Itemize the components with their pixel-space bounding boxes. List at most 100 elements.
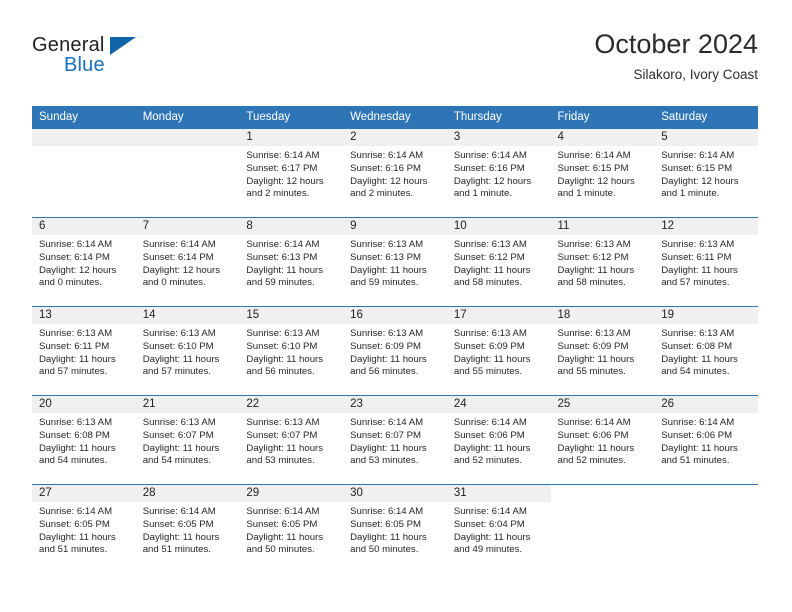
calendar-day-cell[interactable]: 31 Sunrise: 6:14 AM Sunset: 6:04 PM Dayligh… [446, 484, 551, 573]
day-number: 26 [654, 396, 758, 413]
day-number: 30 [343, 485, 447, 502]
daylight-text: Daylight: 11 hours and 58 minutes. [557, 264, 635, 289]
sunrise-text: Sunrise: 6:13 AM [557, 328, 631, 339]
sunset-text: Sunset: 6:13 PM [246, 251, 318, 263]
calendar-day-cell[interactable]: 27 Sunrise: 6:14 AM Sunset: 6:05 PM Dayligh… [32, 484, 136, 573]
day-number [654, 485, 758, 502]
day-details: Sunrise: 6:13 AM Sunset: 6:09 PM Daylight:… [343, 324, 447, 395]
day-details: Sunrise: 6:14 AM Sunset: 6:15 PM Daylight:… [654, 146, 758, 217]
day-number [550, 485, 655, 502]
calendar-empty-cell [654, 484, 758, 573]
day-details: Sunrise: 6:13 AM Sunset: 6:08 PM Daylight:… [32, 413, 136, 484]
day-details: Sunrise: 6:14 AM Sunset: 6:06 PM Daylight:… [654, 413, 758, 484]
sunrise-text: Sunrise: 6:13 AM [557, 239, 631, 250]
calendar-day-cell[interactable]: 5 Sunrise: 6:14 AM Sunset: 6:15 PM Daylight… [654, 129, 758, 218]
calendar-day-cell[interactable]: 17 Sunrise: 6:13 AM Sunset: 6:09 PM Dayligh… [446, 306, 551, 396]
sunrise-text: Sunrise: 6:13 AM [246, 328, 320, 339]
calendar-grid: Sunday Monday Tuesday Wednesday Thursday Frid… [32, 106, 758, 573]
sunset-text: Sunset: 6:07 PM [350, 429, 422, 441]
sunrise-text: Sunrise: 6:14 AM [246, 506, 320, 517]
calendar-day-cell[interactable]: 24 Sunrise: 6:14 AM Sunset: 6:06 PM Dayligh… [446, 395, 551, 485]
sunrise-text: Sunrise: 6:14 AM [557, 150, 631, 161]
day-number: 29 [239, 485, 344, 502]
sunset-text: Sunset: 6:09 PM [557, 340, 629, 352]
calendar-day-cell[interactable]: 16 Sunrise: 6:13 AM Sunset: 6:09 PM Dayligh… [343, 306, 447, 396]
daylight-text: Daylight: 12 hours and 1 minute. [557, 175, 635, 200]
calendar-day-cell[interactable]: 22 Sunrise: 6:13 AM Sunset: 6:07 PM Dayligh… [239, 395, 344, 485]
calendar-day-cell[interactable]: 12 Sunrise: 6:13 AM Sunset: 6:11 PM Dayligh… [654, 217, 758, 307]
day-number: 2 [343, 129, 447, 146]
calendar-day-cell[interactable]: 21 Sunrise: 6:13 AM Sunset: 6:07 PM Dayligh… [135, 395, 240, 485]
day-number [32, 129, 136, 146]
calendar-day-cell[interactable]: 23 Sunrise: 6:14 AM Sunset: 6:07 PM Dayligh… [343, 395, 447, 485]
day-number: 20 [32, 396, 136, 413]
weekday-header-row: Sunday Monday Tuesday Wednesday Thursday Frid… [32, 106, 758, 129]
day-details: Sunrise: 6:14 AM Sunset: 6:14 PM Daylight:… [136, 235, 240, 306]
sunset-text: Sunset: 6:05 PM [350, 518, 422, 530]
sunset-text: Sunset: 6:07 PM [142, 429, 214, 441]
calendar-day-cell[interactable]: 20 Sunrise: 6:13 AM Sunset: 6:08 PM Dayligh… [32, 395, 136, 485]
calendar-day-cell[interactable]: 3 Sunrise: 6:14 AM Sunset: 6:16 PM Daylight… [446, 129, 551, 218]
daylight-text: Daylight: 11 hours and 59 minutes. [246, 264, 324, 289]
sunset-text: Sunset: 6:11 PM [661, 251, 732, 263]
day-number: 9 [343, 218, 447, 235]
day-details: Sunrise: 6:13 AM Sunset: 6:07 PM Daylight:… [136, 413, 240, 484]
sunrise-text: Sunrise: 6:14 AM [142, 506, 216, 517]
calendar-day-cell[interactable]: 25 Sunrise: 6:14 AM Sunset: 6:06 PM Dayligh… [550, 395, 655, 485]
calendar-day-cell[interactable]: 8 Sunrise: 6:14 AM Sunset: 6:13 PM Daylight… [239, 217, 344, 307]
daylight-text: Daylight: 11 hours and 50 minutes. [246, 531, 324, 556]
calendar-day-cell[interactable]: 11 Sunrise: 6:13 AM Sunset: 6:12 PM Dayligh… [550, 217, 655, 307]
sunset-text: Sunset: 6:15 PM [661, 162, 733, 174]
sunset-text: Sunset: 6:06 PM [661, 429, 733, 441]
sunset-text: Sunset: 6:08 PM [661, 340, 733, 352]
calendar-day-cell[interactable]: 30 Sunrise: 6:14 AM Sunset: 6:05 PM Dayligh… [343, 484, 447, 573]
sunrise-text: Sunrise: 6:14 AM [142, 239, 216, 250]
calendar-day-cell[interactable]: 26 Sunrise: 6:14 AM Sunset: 6:06 PM Dayligh… [654, 395, 758, 485]
sunset-text: Sunset: 6:09 PM [350, 340, 422, 352]
calendar-day-cell[interactable]: 13 Sunrise: 6:13 AM Sunset: 6:11 PM Dayligh… [32, 306, 136, 396]
day-details: Sunrise: 6:14 AM Sunset: 6:17 PM Daylight:… [239, 146, 343, 217]
calendar-day-cell[interactable]: 7 Sunrise: 6:14 AM Sunset: 6:14 PM Daylight… [135, 217, 240, 307]
sunrise-text: Sunrise: 6:14 AM [39, 239, 113, 250]
day-details: Sunrise: 6:14 AM Sunset: 6:05 PM Daylight:… [136, 502, 240, 573]
day-details: Sunrise: 6:13 AM Sunset: 6:10 PM Daylight:… [239, 324, 343, 395]
day-number: 19 [654, 307, 758, 324]
calendar-day-cell[interactable]: 14 Sunrise: 6:13 AM Sunset: 6:10 PM Dayligh… [135, 306, 240, 396]
calendar-day-cell[interactable]: 1 Sunrise: 6:14 AM Sunset: 6:17 PM Daylight… [239, 129, 344, 218]
daylight-text: Daylight: 11 hours and 58 minutes. [453, 264, 531, 289]
daylight-text: Daylight: 11 hours and 51 minutes. [661, 442, 738, 467]
day-number [135, 129, 240, 146]
day-details: Sunrise: 6:14 AM Sunset: 6:15 PM Daylight:… [551, 146, 655, 217]
day-details: Sunrise: 6:13 AM Sunset: 6:07 PM Daylight:… [239, 413, 343, 484]
day-details: Sunrise: 6:14 AM Sunset: 6:05 PM Daylight:… [32, 502, 136, 573]
weekday-header-wednesday: Wednesday [343, 106, 447, 129]
weekday-header-saturday: Saturday [654, 106, 758, 129]
calendar-day-cell[interactable]: 10 Sunrise: 6:13 AM Sunset: 6:12 PM Dayligh… [446, 217, 551, 307]
day-details: Sunrise: 6:13 AM Sunset: 6:12 PM Daylight:… [447, 235, 551, 306]
page-header: General Blue October 2024 Silakoro, Ivor… [32, 28, 758, 94]
general-blue-logo[interactable]: General Blue [32, 34, 162, 88]
page-subtitle: Silakoro, Ivory Coast [633, 67, 758, 82]
daylight-text: Daylight: 11 hours and 55 minutes. [453, 353, 531, 378]
calendar-day-cell[interactable]: 6 Sunrise: 6:14 AM Sunset: 6:14 PM Daylight… [32, 217, 136, 307]
calendar-empty-cell [32, 129, 136, 218]
calendar-week-row: 1 Sunrise: 6:14 AM Sunset: 6:17 PM Daylight… [32, 129, 758, 218]
day-number: 22 [239, 396, 344, 413]
sunrise-text: Sunrise: 6:14 AM [246, 239, 320, 250]
weekday-header-friday: Friday [550, 106, 655, 129]
day-details: Sunrise: 6:13 AM Sunset: 6:09 PM Daylight:… [551, 324, 655, 395]
sunset-text: Sunset: 6:15 PM [557, 162, 629, 174]
calendar-day-cell[interactable]: 4 Sunrise: 6:14 AM Sunset: 6:15 PM Daylight… [550, 129, 655, 218]
sunset-text: Sunset: 6:16 PM [350, 162, 422, 174]
calendar-day-cell[interactable]: 18 Sunrise: 6:13 AM Sunset: 6:09 PM Dayligh… [550, 306, 655, 396]
day-details: Sunrise: 6:13 AM Sunset: 6:09 PM Daylight:… [447, 324, 551, 395]
daylight-text: Daylight: 11 hours and 54 minutes. [39, 442, 116, 467]
weekday-header-thursday: Thursday [446, 106, 551, 129]
calendar-day-cell[interactable]: 15 Sunrise: 6:13 AM Sunset: 6:10 PM Dayligh… [239, 306, 344, 396]
calendar-day-cell[interactable]: 19 Sunrise: 6:13 AM Sunset: 6:08 PM Dayligh… [654, 306, 758, 396]
calendar-day-cell[interactable]: 29 Sunrise: 6:14 AM Sunset: 6:05 PM Dayligh… [239, 484, 344, 573]
calendar-day-cell[interactable]: 9 Sunrise: 6:13 AM Sunset: 6:13 PM Daylight… [343, 217, 447, 307]
sunset-text: Sunset: 6:13 PM [350, 251, 422, 263]
calendar-day-cell[interactable]: 2 Sunrise: 6:14 AM Sunset: 6:16 PM Daylight… [343, 129, 447, 218]
calendar-day-cell[interactable]: 28 Sunrise: 6:14 AM Sunset: 6:05 PM Dayligh… [135, 484, 240, 573]
